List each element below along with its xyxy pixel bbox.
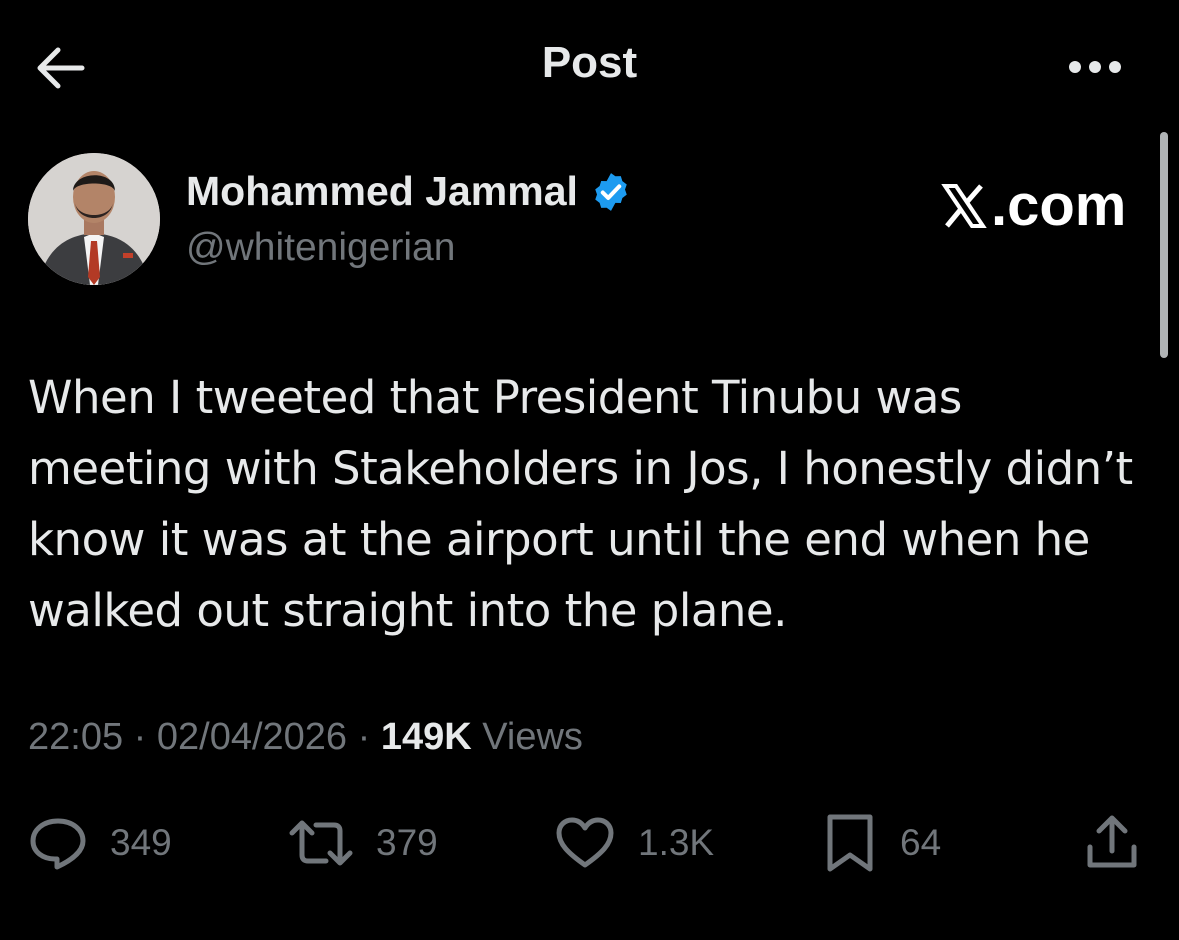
verified-badge-icon [595, 172, 627, 211]
repost-icon [289, 820, 353, 866]
watermark-text: .com [991, 173, 1127, 238]
author-handle[interactable]: @whitenigerian [186, 226, 455, 270]
reply-button[interactable]: 349 [28, 808, 172, 878]
author-name-text: Mohammed Jammal [186, 168, 578, 214]
bookmark-button[interactable]: 64 [822, 808, 941, 878]
share-button[interactable] [1082, 808, 1142, 878]
views-count[interactable]: 149K [381, 716, 472, 758]
x-com-watermark: .com [940, 172, 1126, 239]
bookmark-count: 64 [900, 822, 942, 863]
avatar[interactable] [28, 153, 160, 285]
scrollbar[interactable] [1160, 132, 1168, 358]
repost-button[interactable]: 379 [288, 808, 438, 878]
like-button[interactable]: 1.3K [554, 808, 714, 878]
more-options-button[interactable] [1060, 44, 1130, 90]
post-text: When I tweeted that President Tinubu was… [28, 371, 1133, 637]
top-bar: Post [0, 0, 1179, 135]
reply-count: 349 [110, 822, 172, 863]
back-button[interactable] [30, 40, 90, 96]
share-icon [1087, 815, 1137, 868]
meta-separator: · [357, 716, 371, 758]
repost-count: 379 [376, 822, 438, 863]
post-time[interactable]: 22:05 [28, 716, 123, 758]
bookmark-icon [827, 814, 873, 872]
heart-icon [556, 817, 614, 868]
post-meta: 22:05 · 02/04/2026 · 149K Views [28, 716, 583, 759]
action-bar: 349 379 1.3K 64 [0, 808, 1179, 878]
post-date[interactable]: 02/04/2026 [157, 716, 347, 758]
meta-separator: · [133, 716, 147, 758]
arrow-left-icon [37, 47, 85, 89]
avatar-photo [28, 153, 160, 285]
reply-icon [30, 818, 86, 870]
more-horizontal-icon [1069, 61, 1121, 73]
author-name[interactable]: Mohammed Jammal [186, 168, 632, 215]
views-label: Views [482, 716, 583, 758]
like-count: 1.3K [638, 822, 715, 863]
page-title: Post [541, 38, 638, 87]
x-logo-icon [941, 183, 987, 228]
